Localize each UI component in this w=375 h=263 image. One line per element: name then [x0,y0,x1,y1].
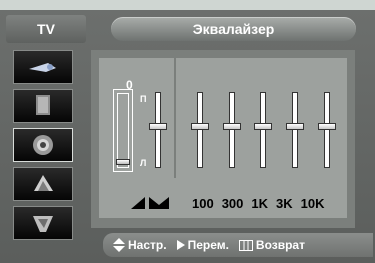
balance-icons [131,197,169,209]
band-100-slider[interactable] [191,92,209,168]
right-arrow-icon [176,240,185,250]
channel-icon [34,175,53,191]
picture-icon [29,63,56,72]
balance-slider[interactable] [149,92,167,168]
footer-hint-bar: Настр. Перем. Возврат [103,233,373,257]
equalizer-panel: 0 П Л 100 300 1K 3K 10K [91,50,355,228]
volume-balance-box: 0 П Л [99,58,176,178]
freq-label-10k: 10K [300,196,325,211]
balance-knob [149,123,167,130]
sidebar-item-setup[interactable] [13,206,73,240]
footer-adjust: Настр. [113,238,167,252]
sidebar-item-sound[interactable] [13,128,73,162]
balance-right-label: П [140,94,147,104]
equalizer-area: 0 П Л 100 300 1K 3K 10K [99,58,347,218]
band-300-slider[interactable] [223,92,241,168]
menu-title: Эквалайзер [111,17,356,41]
balance-left-label: Л [140,158,147,168]
frequency-labels: 100 300 1K 3K 10K [192,196,325,211]
freq-label-100: 100 [192,196,214,211]
footer-return: Возврат [238,238,305,252]
volume-slider[interactable] [113,89,133,172]
freq-label-300: 300 [221,196,244,211]
sidebar-item-speaker[interactable] [13,89,73,123]
up-down-arrow-icon [113,238,125,252]
source-label: TV [6,15,86,43]
sidebar-item-picture[interactable] [13,50,73,84]
freq-label-3k: 3K [276,196,293,211]
ramp-icon [131,197,145,209]
sound-icon [33,135,53,155]
band-10k-slider[interactable] [318,92,336,168]
footer-move: Перем. [176,238,229,252]
band-3k-slider[interactable] [286,92,304,168]
setup-icon [33,216,53,232]
speaker-icon [36,95,50,115]
return-icon [238,239,253,251]
sidebar [13,50,73,240]
band-1k-slider[interactable] [254,92,272,168]
freq-label-1k: 1K [251,196,269,211]
dip-icon [149,197,169,209]
volume-knob [116,159,130,165]
sidebar-item-channel[interactable] [13,167,73,201]
